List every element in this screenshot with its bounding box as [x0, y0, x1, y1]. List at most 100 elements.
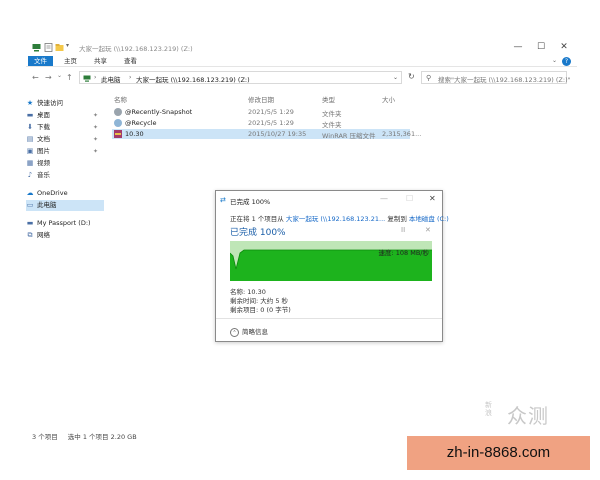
tab-share[interactable]: 共享: [88, 56, 113, 66]
network-icon: ⧉: [27, 231, 33, 239]
breadcrumb-current-drive[interactable]: 大家一起玩 (\\192.168.123.219) (Z:): [136, 74, 250, 84]
pin-icon: ✦: [92, 148, 98, 155]
copy-prefix-text: 正在将 1 个项目从: [230, 215, 284, 223]
column-header-size[interactable]: 大小: [382, 94, 395, 104]
watermark-small-1: 新: [485, 401, 492, 409]
search-box[interactable]: ⚲ 搜索"大家一起玩 (\\192.168.123.219) (Z:)": [421, 71, 571, 84]
sidebar-item-label: 快速访问: [37, 99, 63, 107]
column-header-date[interactable]: 修改日期: [248, 94, 274, 104]
copy-description: 正在将 1 个项目从 大家一起玩 (\\192.168.123.21... 复制…: [230, 213, 449, 223]
back-button[interactable]: ←: [32, 73, 39, 82]
fewer-details-button[interactable]: ⌃ 简略信息: [230, 326, 268, 337]
music-icon: ♪: [27, 171, 33, 179]
video-icon: ▦: [26, 159, 34, 167]
maximize-button[interactable]: ☐: [530, 40, 552, 54]
breadcrumb-this-pc[interactable]: 此电脑: [101, 74, 121, 84]
destination-link[interactable]: 本地磁盘 (C:): [409, 215, 449, 223]
sidebar-item-label: 此电脑: [37, 201, 57, 209]
dialog-close-button[interactable]: ✕: [429, 194, 436, 203]
cancel-copy-button[interactable]: ✕: [425, 226, 431, 234]
forward-button[interactable]: →: [45, 73, 52, 82]
computer-icon: ▭: [26, 201, 34, 209]
search-icon: ⚲: [426, 74, 432, 82]
tab-home[interactable]: 主页: [58, 56, 83, 66]
sidebar-item[interactable]: ▤ 文档 ✦: [26, 134, 104, 145]
file-name: @Recycle: [125, 119, 157, 127]
sidebar-item[interactable]: ▭ 此电脑: [26, 200, 104, 211]
address-bar[interactable]: › 此电脑 › 大家一起玩 (\\192.168.123.219) (Z:) ⌄: [79, 71, 402, 84]
tab-file[interactable]: 文件: [28, 56, 53, 66]
new-folder-icon[interactable]: [55, 43, 64, 52]
speed-label: 速度: 108 MB/秒: [378, 249, 430, 257]
sidebar-item-label: 图片: [37, 147, 50, 155]
list-item[interactable]: @Recently-Snapshot 2021/5/5 1:29 文件夹: [112, 107, 410, 118]
sidebar-item-label: 下载: [37, 123, 50, 131]
ribbon-expand-icon[interactable]: ⌄: [552, 57, 557, 64]
sidebar-item[interactable]: ▦ 视频: [26, 158, 104, 169]
search-placeholder: 搜索"大家一起玩 (\\192.168.123.219) (Z:)": [438, 76, 571, 84]
pin-icon: ✦: [92, 136, 98, 143]
items-remaining-info: 剩余项目: 0 (0 字节): [230, 306, 291, 314]
minimize-button[interactable]: —: [507, 40, 529, 54]
dialog-minimize-button[interactable]: —: [380, 194, 388, 203]
file-type: 文件夹: [322, 121, 342, 129]
breadcrumb-separator-icon: ›: [94, 74, 97, 81]
list-item-selected[interactable]: 10.30 2015/10/27 19:35 WinRAR 压缩文件 2,315…: [112, 129, 421, 140]
file-name: @Recently-Snapshot: [125, 108, 193, 116]
sidebar-item-label: OneDrive: [37, 189, 68, 197]
help-icon[interactable]: ?: [562, 57, 571, 66]
sidebar-item[interactable]: ▬ 桌面 ✦: [26, 110, 104, 121]
divider: [216, 318, 442, 319]
quick-access-dropdown-icon[interactable]: ▾: [66, 42, 69, 51]
item-count: 3 个项目: [32, 433, 58, 441]
dialog-title: 已完成 100%: [230, 198, 271, 206]
column-header-name[interactable]: 名称: [114, 94, 127, 104]
window-title: 大家一起玩 (\\192.168.123.219) (Z:): [79, 45, 193, 53]
copy-icon: ⇄: [220, 196, 226, 204]
sidebar-item-label: 桌面: [37, 111, 50, 119]
sidebar-item[interactable]: ⧉ 网络: [26, 230, 104, 241]
address-dropdown-icon[interactable]: ⌄: [393, 74, 398, 81]
recycle-folder-icon: [114, 119, 122, 127]
sidebar-item-label: 视频: [37, 159, 50, 167]
pin-icon: ✦: [92, 112, 98, 119]
sidebar-item[interactable]: ▣ 图片 ✦: [26, 146, 104, 157]
sidebar-item[interactable]: ☁ OneDrive: [26, 188, 104, 199]
column-header-type[interactable]: 类型: [322, 94, 335, 104]
watermark-small-2: 浪: [485, 409, 492, 417]
sidebar-item[interactable]: ★ 快速访问: [26, 98, 104, 109]
dialog-maximize-button: ☐: [406, 194, 414, 203]
properties-icon[interactable]: [44, 43, 53, 52]
file-type: WinRAR 压缩文件: [322, 132, 376, 140]
star-icon: ★: [26, 99, 34, 107]
copy-progress-dialog: ⇄ 已完成 100% — ☐ ✕ 正在将 1 个项目从 大家一起玩 (\\192…: [215, 190, 449, 342]
file-date: 2021/5/5 1:29: [248, 119, 294, 127]
picture-icon: ▣: [26, 147, 34, 155]
tab-view[interactable]: 查看: [118, 56, 143, 66]
archive-icon: [114, 130, 122, 138]
fewer-details-label: 简略信息: [242, 328, 268, 336]
pause-button[interactable]: II: [401, 226, 405, 234]
gear-folder-icon: [114, 108, 122, 116]
source-link[interactable]: 大家一起玩 (\\192.168.123.21...: [286, 215, 385, 223]
up-button[interactable]: ↑: [66, 73, 73, 82]
breadcrumb-separator-icon: ›: [129, 74, 132, 81]
recent-locations-button[interactable]: ⌄: [57, 72, 62, 79]
sidebar-item[interactable]: ▬ My Passport (D:): [26, 218, 104, 229]
transfer-speed-chart: 速度: 108 MB/秒: [230, 241, 432, 281]
file-type: 文件夹: [322, 110, 342, 118]
file-date: 2015/10/27 19:35: [248, 130, 307, 138]
refresh-button[interactable]: ↻: [408, 72, 415, 81]
sidebar-item-label: 网络: [37, 231, 50, 239]
close-button[interactable]: ✕: [553, 40, 575, 54]
copy-middle-text: 复制到: [387, 215, 407, 223]
watermark-small: 新 浪: [485, 401, 492, 417]
list-item[interactable]: @Recycle 2021/5/5 1:29 文件夹: [112, 118, 410, 129]
sidebar-item[interactable]: ♪ 音乐: [26, 170, 104, 181]
file-size: 2,315,361...: [382, 130, 422, 138]
sidebar-item-label: 音乐: [37, 171, 50, 179]
document-icon: ▤: [26, 135, 34, 143]
sidebar-item[interactable]: ⬇ 下载 ✦: [26, 122, 104, 133]
status-bar: 3 个项目 选中 1 个项目 2.20 GB: [32, 431, 137, 441]
file-name: 10.30: [125, 130, 144, 138]
